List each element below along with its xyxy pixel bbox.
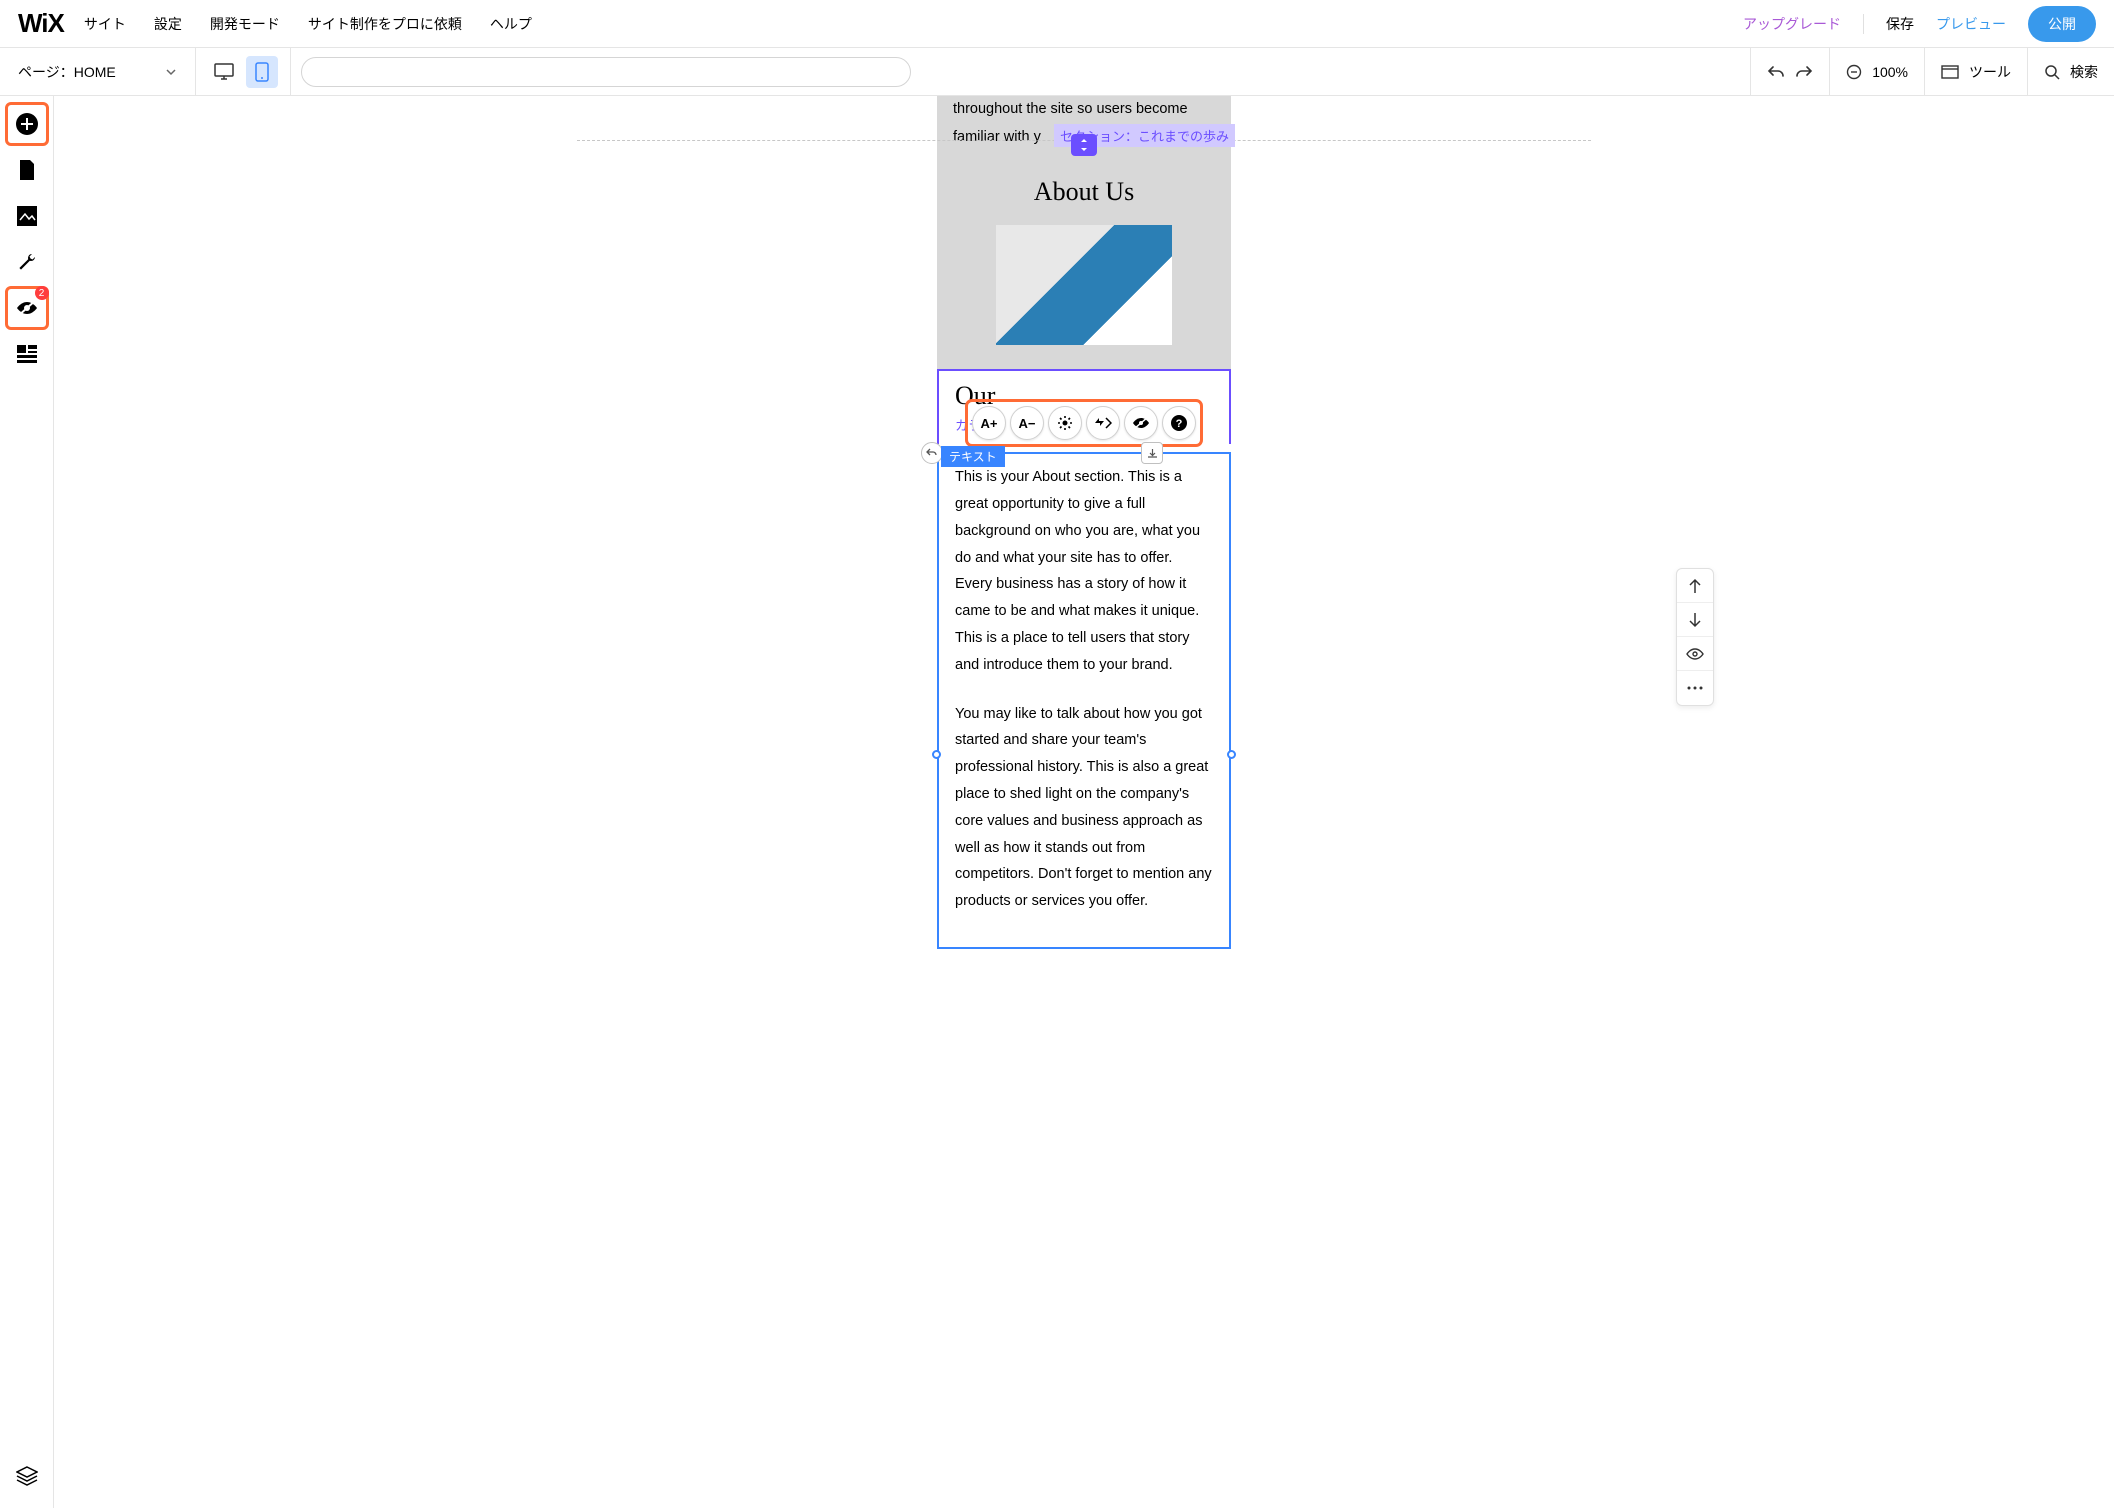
menu-site[interactable]: サイト — [84, 14, 126, 34]
zoom-out-icon — [1846, 64, 1862, 80]
menu-devmode[interactable]: 開発モード — [210, 14, 280, 34]
text-settings-button[interactable] — [1048, 406, 1082, 440]
mobile-frame: throughout the site so users become fami… — [937, 96, 1231, 1508]
topbar-right: アップグレード 保存 プレビュー 公開 — [1743, 6, 2096, 42]
search-icon — [2044, 64, 2060, 80]
layout-button[interactable] — [7, 334, 47, 374]
download-chip[interactable] — [1141, 442, 1163, 464]
search-button[interactable]: 検索 — [2027, 48, 2114, 95]
about-us-image[interactable] — [996, 225, 1172, 345]
pages-button[interactable] — [7, 150, 47, 190]
resize-handle-right[interactable] — [1227, 750, 1236, 759]
main-menu: サイト 設定 開発モード サイト制作をプロに依頼 ヘルプ — [84, 14, 532, 34]
divider — [1863, 14, 1864, 34]
page-icon — [17, 159, 37, 181]
search-label: 検索 — [2070, 62, 2098, 82]
eye-slash-icon — [1132, 416, 1150, 430]
plus-circle-icon — [15, 112, 39, 136]
section-about-us[interactable]: throughout the site so users become fami… — [937, 96, 1231, 369]
text-edit-toolbar: A+ A− ? — [968, 402, 1200, 444]
hidden-elements-button[interactable]: 2 — [7, 288, 47, 328]
eye-slash-icon — [15, 298, 39, 318]
floating-element-tools — [1676, 568, 1714, 706]
settings-button[interactable] — [7, 242, 47, 282]
selection-type-label[interactable]: テキスト — [941, 446, 1005, 467]
zoom-control[interactable]: 100% — [1829, 48, 1924, 95]
zoom-value: 100% — [1872, 64, 1908, 80]
preview-button[interactable]: プレビュー — [1936, 14, 2006, 34]
dots-icon — [1687, 686, 1703, 690]
url-bar — [301, 57, 911, 87]
restore-button[interactable] — [921, 442, 943, 464]
mobile-view-button[interactable] — [246, 56, 278, 88]
url-input[interactable] — [301, 57, 911, 87]
eye-icon — [1686, 648, 1704, 660]
about-text-element[interactable]: This is your About section. This is a gr… — [937, 452, 1231, 949]
publish-button[interactable]: 公開 — [2028, 6, 2096, 42]
canvas[interactable]: throughout the site so users become fami… — [54, 96, 2114, 1508]
tools-button[interactable]: ツール — [1924, 48, 2027, 95]
page-selector[interactable]: ページ：HOME — [0, 62, 195, 82]
more-options-button[interactable] — [1677, 671, 1713, 705]
tools-icon — [1941, 65, 1959, 79]
svg-text:?: ? — [1176, 418, 1183, 430]
mobile-icon — [255, 62, 269, 82]
animation-icon — [1094, 416, 1112, 430]
hidden-count-badge: 2 — [35, 286, 49, 300]
drag-vertical-icon — [1077, 138, 1091, 152]
help-button[interactable]: ? — [1162, 406, 1196, 440]
menu-settings[interactable]: 設定 — [154, 14, 182, 34]
resize-handle-left[interactable] — [932, 750, 941, 759]
device-switcher — [195, 48, 291, 95]
about-paragraph-1: This is your About section. This is a gr… — [955, 464, 1213, 679]
gear-icon — [1057, 415, 1073, 431]
about-us-heading[interactable]: About Us — [953, 177, 1215, 207]
background-button[interactable] — [7, 196, 47, 236]
redo-button[interactable] — [1795, 64, 1813, 80]
top-bar: WiX サイト 設定 開発モード サイト制作をプロに依頼 ヘルプ アップグレード… — [0, 0, 2114, 48]
background-icon — [17, 206, 37, 226]
download-icon — [1147, 448, 1158, 459]
menu-hire-pro[interactable]: サイト制作をプロに依頼 — [308, 14, 462, 34]
arrow-up-icon — [1688, 578, 1702, 594]
hide-element-button[interactable] — [1124, 406, 1158, 440]
arrow-down-icon — [1688, 612, 1702, 628]
save-button[interactable]: 保存 — [1886, 14, 1914, 34]
desktop-icon — [214, 63, 234, 81]
second-bar: ページ：HOME 100% — [0, 48, 2114, 96]
layout: 2 throughout the site so users become fa… — [0, 96, 2114, 1508]
animation-button[interactable] — [1086, 406, 1120, 440]
desktop-view-button[interactable] — [208, 56, 240, 88]
undo-redo-group — [1750, 48, 1829, 95]
move-up-button[interactable] — [1677, 569, 1713, 603]
move-down-button[interactable] — [1677, 603, 1713, 637]
visibility-button[interactable] — [1677, 637, 1713, 671]
layers-icon — [16, 1466, 38, 1486]
selected-text-wrapper: テキスト This is your About section. This is… — [937, 452, 1231, 949]
left-rail: 2 — [0, 96, 54, 1508]
about-paragraph-2: You may like to talk about how you got s… — [955, 701, 1213, 916]
wrench-icon — [16, 251, 38, 273]
add-element-button[interactable] — [7, 104, 47, 144]
font-decrease-button[interactable]: A− — [1010, 406, 1044, 440]
upgrade-link[interactable]: アップグレード — [1743, 14, 1841, 34]
menu-help[interactable]: ヘルプ — [490, 14, 532, 34]
chevron-down-icon — [165, 66, 177, 78]
undo-button[interactable] — [1767, 64, 1785, 80]
font-increase-button[interactable]: A+ — [972, 406, 1006, 440]
tools-label: ツール — [1969, 62, 2011, 82]
help-icon: ? — [1171, 415, 1187, 431]
layers-button[interactable] — [7, 1456, 47, 1496]
wix-logo: WiX — [18, 8, 64, 39]
layout-icon — [17, 345, 37, 363]
page-label: ページ：HOME — [18, 62, 116, 82]
undo-small-icon — [926, 447, 938, 459]
secondbar-right: 100% ツール 検索 — [1750, 48, 2114, 95]
section-drag-handle[interactable] — [1071, 134, 1097, 156]
